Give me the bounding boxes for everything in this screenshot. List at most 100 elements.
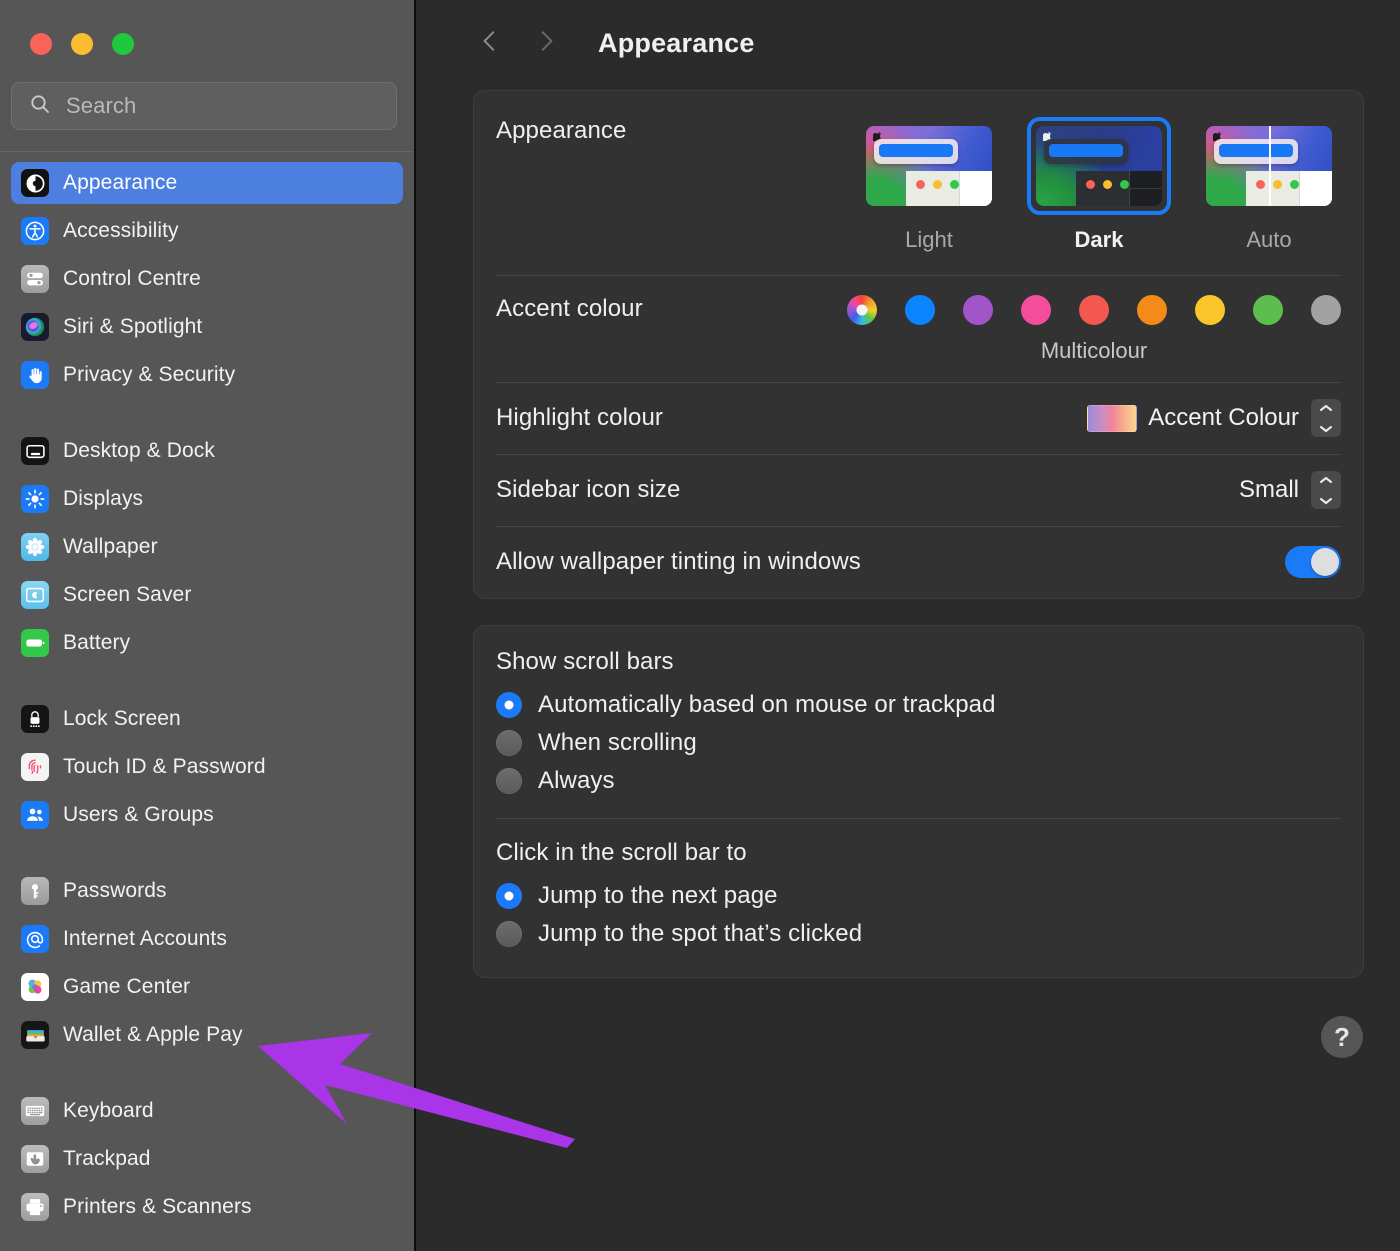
sidebar-item-label: Accessibility [63,219,179,242]
sidebar-item-passwords[interactable]: Passwords [11,870,403,912]
close-button[interactable] [30,33,52,55]
sidebar-group-0: Appearance Accessibility Control Centre Sir… [11,158,403,430]
accent-swatch-pink[interactable] [1021,295,1051,325]
zoom-button[interactable] [112,33,134,55]
chevron-down-icon [1319,420,1333,438]
sidebar-icon-size-stepper[interactable] [1311,471,1341,509]
accent-swatch-purple[interactable] [963,295,993,325]
wallet-icon [21,1021,49,1049]
radio-label: Always [538,767,615,794]
radio-button[interactable] [496,768,522,794]
system-settings-window: Search Appearance Accessibility Control Ce… [0,0,1400,1251]
highlight-colour-stepper[interactable] [1311,399,1341,437]
click-scroll-bar-option-jump-to-the-next-page[interactable]: Jump to the next page [496,877,1341,915]
wallpaper-tinting-label: Allow wallpaper tinting in windows [496,548,861,575]
highlight-colour-label: Highlight colour [496,404,664,431]
highlight-colour-row: Highlight colour Accent Colour [496,382,1341,454]
sidebar-item-accessibility[interactable]: Accessibility [11,210,403,252]
sidebar-item-trackpad[interactable]: Trackpad [11,1138,403,1180]
sidebar-item-label: Battery [63,631,131,654]
sidebar-nav: Appearance Accessibility Control Centre Sir… [0,152,414,1251]
radio-button[interactable] [496,692,522,718]
sidebar-item-appearance[interactable]: Appearance [11,162,403,204]
sidebar-group-1: Desktop & Dock Displays Wallpaper Screen Sa… [11,430,403,698]
sidebar-group-3: Passwords Internet Accounts Game Center Wal… [11,870,403,1090]
theme-label-auto: Auto [1246,227,1292,252]
sidebar-item-printers-scanners[interactable]: Printers & Scanners [11,1186,403,1228]
sidebar-item-screen-saver[interactable]: Screen Saver [11,574,403,616]
accent-swatches [847,295,1341,325]
radio-button[interactable] [496,883,522,909]
sidebar-item-siri-spotlight[interactable]: Siri & Spotlight [11,306,403,348]
sidebar-item-users-groups[interactable]: Users & Groups [11,794,403,836]
show-scroll-bars-option-automatically-based-on-mouse-or-trackpad[interactable]: Automatically based on mouse or trackpad [496,686,1341,724]
accent-swatch-orange[interactable] [1137,295,1167,325]
back-button[interactable] [462,15,518,71]
siri-icon [21,313,49,341]
accent-swatch-multicolour[interactable] [847,295,877,325]
sidebar: Search Appearance Accessibility Control Ce… [0,0,416,1251]
sidebar-item-label: Internet Accounts [63,927,227,950]
sidebar-group-2: Lock Screen Touch ID & Password Users & Gr… [11,698,403,870]
sidebar-item-label: Passwords [63,879,167,902]
accent-colour-label: Accent colour [496,295,643,322]
displays-icon [21,485,49,513]
sidebar-item-game-center[interactable]: Game Center [11,966,403,1008]
sidebar-icon-size-row: Sidebar icon size Small [496,454,1341,526]
sidebar-item-displays[interactable]: Displays [11,478,403,520]
radio-button[interactable] [496,921,522,947]
radio-label: Jump to the spot that’s clicked [538,920,863,947]
show-scroll-bars-option-always[interactable]: Always [496,762,1341,800]
sidebar-item-label: Trackpad [63,1147,151,1170]
sidebar-item-desktop-dock[interactable]: Desktop & Dock [11,430,403,472]
accent-swatch-yellow[interactable] [1195,295,1225,325]
sidebar-item-label: Displays [63,487,144,510]
page-title: Appearance [598,27,755,58]
touch-id-icon [21,753,49,781]
sidebar-item-wallet-apple-pay[interactable]: Wallet & Apple Pay [11,1014,403,1056]
screen-saver-icon [21,581,49,609]
accent-swatch-green[interactable] [1253,295,1283,325]
show-scroll-bars-option-when-scrolling[interactable]: When scrolling [496,724,1341,762]
toolbar: Appearance [416,0,1400,86]
sidebar-item-label: Lock Screen [63,707,181,730]
passwords-icon [21,877,49,905]
sidebar-group-4: Keyboard Trackpad Printers & Scanners [11,1090,403,1251]
sidebar-item-battery[interactable]: Battery [11,622,403,664]
sidebar-item-label: Wallpaper [63,535,158,558]
show-scroll-bars-options: Automatically based on mouse or trackpad… [496,686,1341,800]
trackpad-icon [21,1145,49,1173]
sidebar-item-label: Appearance [63,171,178,194]
appearance-row: Appearance Light Dark Auto [496,91,1341,275]
sidebar-item-internet-accounts[interactable]: Internet Accounts [11,918,403,960]
accent-caption: Multicolour [1040,338,1148,363]
help-button[interactable]: ? [1321,1016,1363,1058]
theme-option-dark[interactable]: Dark [1027,117,1171,253]
sidebar-item-label: Screen Saver [63,583,192,606]
sidebar-item-control-centre[interactable]: Control Centre [11,258,403,300]
accent-swatch-red[interactable] [1079,295,1109,325]
sidebar-item-privacy-security[interactable]: Privacy & Security [11,354,403,396]
show-scroll-bars-title: Show scroll bars [496,648,674,675]
radio-button[interactable] [496,730,522,756]
search-input[interactable]: Search [11,82,397,130]
accent-swatch-blue[interactable] [905,295,935,325]
click-scroll-bar-option-jump-to-the-spot-that-s-clicked[interactable]: Jump to the spot that’s clicked [496,915,1341,953]
sidebar-item-label: Printers & Scanners [63,1195,252,1218]
theme-option-light[interactable]: Light [857,117,1001,253]
accent-swatch-graphite[interactable] [1311,295,1341,325]
sidebar-item-touch-id-password[interactable]: Touch ID & Password [11,746,403,788]
chevron-up-icon [1319,399,1333,417]
users-groups-icon [21,801,49,829]
scroll-bars-card: Show scroll bars Automatically based on … [473,625,1364,978]
sidebar-item-keyboard[interactable]: Keyboard [11,1090,403,1132]
sidebar-item-label: Control Centre [63,267,201,290]
minimise-button[interactable] [71,33,93,55]
forward-button[interactable] [518,15,574,71]
theme-options: Light Dark Auto [857,117,1341,253]
theme-option-auto[interactable]: Auto [1197,117,1341,253]
appearance-label: Appearance [496,117,627,144]
sidebar-item-lock-screen[interactable]: Lock Screen [11,698,403,740]
sidebar-item-wallpaper[interactable]: Wallpaper [11,526,403,568]
wallpaper-tinting-toggle[interactable] [1285,546,1341,578]
